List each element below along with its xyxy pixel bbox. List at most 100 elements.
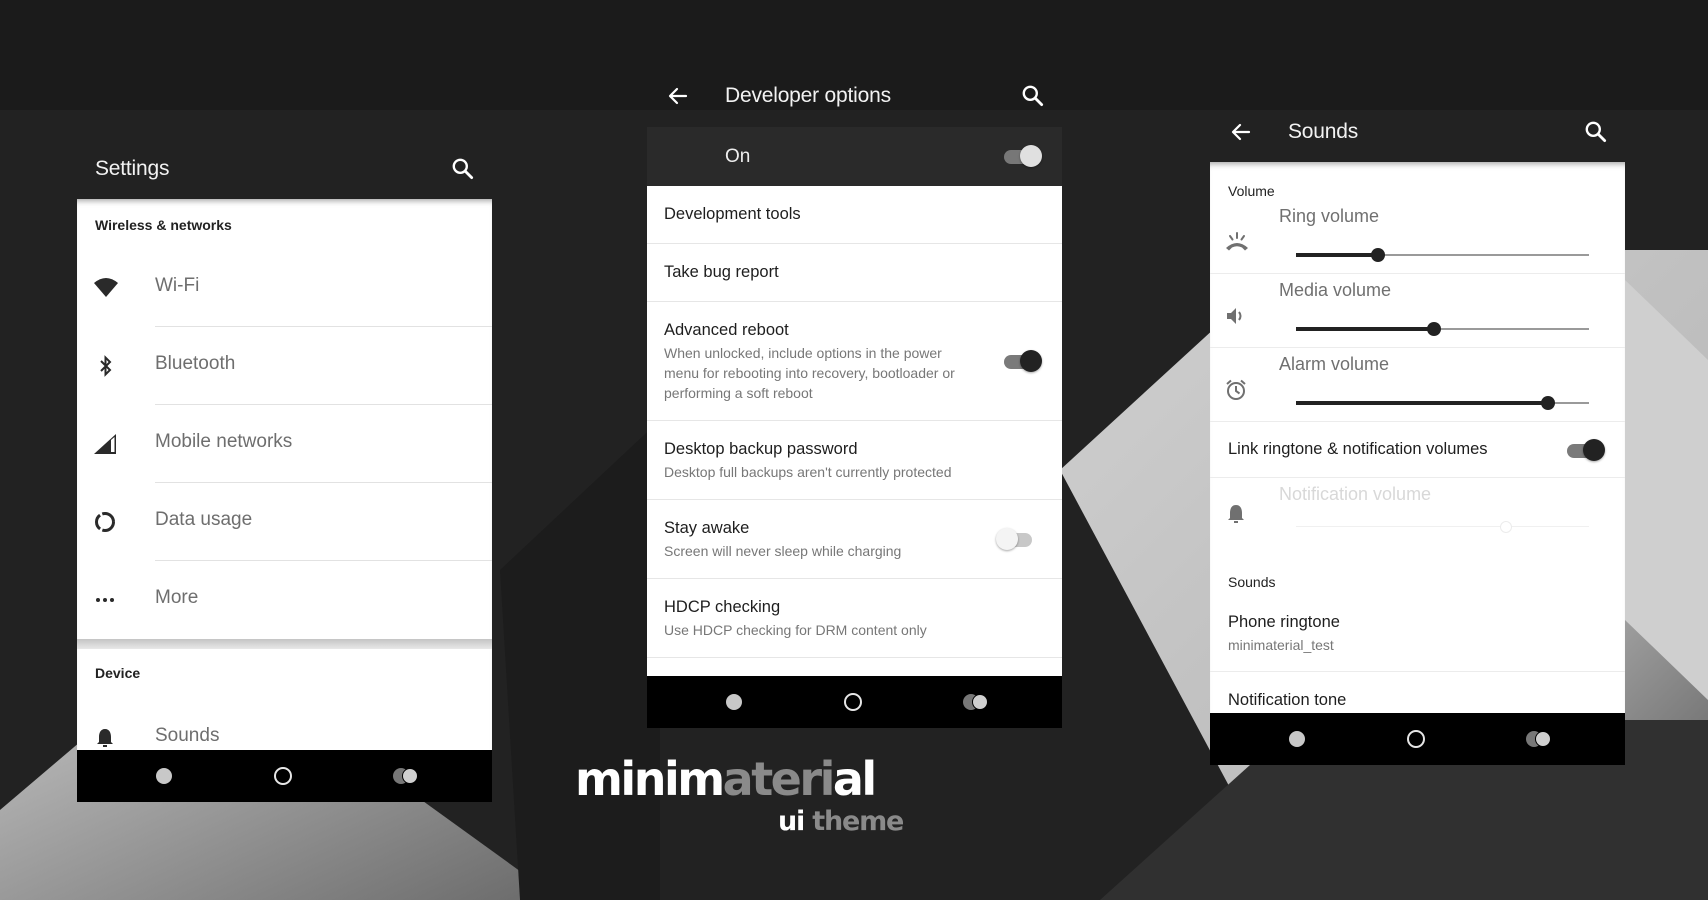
- slider-thumb[interactable]: [1426, 322, 1441, 336]
- link-volumes-label: Link ringtone & notification volumes: [1228, 440, 1488, 458]
- developer-appbar: Developer options: [647, 66, 1062, 126]
- section-separator: [77, 639, 492, 649]
- home-circle-icon[interactable]: [844, 693, 862, 711]
- search-icon[interactable]: [1583, 119, 1609, 145]
- settings-item-label: Data usage: [155, 509, 253, 530]
- dev-item-title: Development tools: [664, 205, 801, 223]
- settings-item-wifi[interactable]: Wi-Fi: [77, 249, 492, 327]
- sounds-appbar: Sounds: [1210, 102, 1625, 162]
- section-header-wireless: Wireless & networks: [95, 217, 232, 233]
- advanced-reboot-switch[interactable]: [1002, 350, 1042, 372]
- speaker-icon: [1227, 308, 1242, 324]
- dev-item-summary: When unlocked, include options in the po…: [664, 345, 955, 401]
- developer-options-screen: Developer options On Development tools T…: [647, 66, 1062, 728]
- sounds-screen: Sounds Volume Ring volume Media volume A…: [1210, 102, 1625, 765]
- ring-volume-icon: [1226, 232, 1248, 251]
- brand-text: minim: [575, 752, 725, 806]
- brand-subtitle-text: ui: [778, 806, 805, 837]
- dev-item-title: Stay awake: [664, 519, 750, 537]
- alarm-volume-row: Alarm volume: [1210, 348, 1625, 422]
- bell-icon: [97, 729, 113, 747]
- settings-item-data-usage[interactable]: Data usage: [77, 483, 492, 561]
- dev-item-hdcp-checking[interactable]: HDCP checking Use HDCP checking for DRM …: [647, 579, 1062, 658]
- bluetooth-icon: [100, 355, 112, 377]
- wifi-icon: [94, 278, 118, 297]
- dev-item-development-tools[interactable]: Development tools: [647, 186, 1062, 244]
- settings-item-label: Sounds: [155, 725, 220, 746]
- home-circle-icon[interactable]: [274, 767, 292, 785]
- ring-volume-slider[interactable]: [1296, 248, 1589, 262]
- recents-icon[interactable]: [393, 768, 419, 784]
- media-volume-slider[interactable]: [1296, 322, 1589, 336]
- slider-fill: [1296, 253, 1379, 257]
- navigation-bar: [1210, 713, 1625, 765]
- notification-tone-title: Notification tone: [1228, 691, 1347, 709]
- search-icon[interactable]: [1020, 83, 1046, 109]
- brand-text: al: [832, 752, 877, 806]
- switch-thumb: [1583, 439, 1605, 461]
- back-arrow-icon[interactable]: [666, 84, 690, 108]
- phone-ringtone-row[interactable]: Phone ringtone minimaterial_test: [1210, 602, 1625, 672]
- master-switch-bar[interactable]: On: [647, 127, 1062, 186]
- master-switch-label: On: [725, 146, 751, 167]
- slider-thumb[interactable]: [1540, 396, 1555, 410]
- dev-item-advanced-reboot[interactable]: Advanced reboot When unlocked, include o…: [647, 302, 1062, 421]
- home-circle-icon[interactable]: [1407, 730, 1425, 748]
- brand-subtitle: ui theme: [778, 806, 904, 837]
- brand-subtitle-accent: theme: [804, 806, 904, 837]
- navigation-bar: [77, 750, 492, 802]
- slider-thumb: [1499, 521, 1512, 533]
- brand-logo: minimaterial: [575, 752, 877, 806]
- brand-text-accent: ateri: [722, 752, 836, 806]
- switch-thumb: [996, 528, 1018, 550]
- phone-ringtone-summary: minimaterial_test: [1228, 637, 1334, 653]
- phone-ringtone-title: Phone ringtone: [1228, 613, 1340, 631]
- volume-label: Notification volume: [1279, 484, 1432, 504]
- section-header-device: Device: [95, 665, 141, 681]
- sounds-list: Volume Ring volume Media volume Alarm vo…: [1210, 162, 1625, 713]
- notification-volume-slider: [1296, 520, 1589, 534]
- notification-tone-row[interactable]: Notification tone: [1210, 672, 1625, 713]
- back-dot-icon[interactable]: [156, 768, 172, 784]
- dev-item-title: Take bug report: [664, 263, 779, 281]
- dev-item-take-bug-report[interactable]: Take bug report: [647, 244, 1062, 302]
- volume-label: Media volume: [1279, 280, 1392, 300]
- dev-item-title: HDCP checking: [664, 598, 781, 616]
- back-arrow-icon[interactable]: [1229, 120, 1253, 144]
- slider-thumb[interactable]: [1371, 248, 1386, 262]
- settings-list: Wireless & networks Wi-Fi Bluetooth Mobi…: [77, 199, 492, 750]
- settings-item-bluetooth[interactable]: Bluetooth: [77, 327, 492, 405]
- stay-awake-switch[interactable]: [996, 528, 1036, 550]
- dev-item-desktop-backup-password[interactable]: Desktop backup password Desktop full bac…: [647, 421, 1062, 500]
- link-volumes-row[interactable]: Link ringtone & notification volumes: [1210, 422, 1625, 478]
- link-volumes-switch[interactable]: [1565, 439, 1605, 461]
- settings-item-sounds[interactable]: Sounds: [77, 699, 492, 750]
- volume-section-header: Volume: [1228, 183, 1275, 199]
- switch-thumb: [1020, 350, 1042, 372]
- data-usage-icon: [95, 512, 115, 532]
- alarm-volume-slider[interactable]: [1296, 396, 1589, 410]
- settings-item-more[interactable]: More: [77, 561, 492, 639]
- settings-title: Settings: [95, 157, 170, 180]
- recents-icon[interactable]: [1526, 731, 1552, 747]
- slider-fill: [1296, 327, 1434, 331]
- dev-item-title: Advanced reboot: [664, 321, 789, 339]
- settings-item-label: Wi-Fi: [155, 275, 200, 296]
- back-dot-icon[interactable]: [726, 694, 742, 710]
- recents-icon[interactable]: [963, 694, 989, 710]
- settings-item-mobile-networks[interactable]: Mobile networks: [77, 405, 492, 483]
- dev-item-stay-awake[interactable]: Stay awake Screen will never sleep while…: [647, 500, 1062, 579]
- back-dot-icon[interactable]: [1289, 731, 1305, 747]
- sounds-section-header: Sounds: [1228, 574, 1276, 590]
- settings-item-label: More: [155, 587, 199, 608]
- search-icon[interactable]: [450, 156, 476, 182]
- notification-volume-row: Notification volume: [1210, 478, 1625, 552]
- settings-item-label: Bluetooth: [155, 353, 236, 374]
- volume-label: Ring volume: [1279, 206, 1380, 226]
- dev-item-summary: Use HDCP checking for DRM content only: [664, 622, 927, 638]
- alarm-icon: [1226, 379, 1246, 400]
- dev-item-summary: Screen will never sleep while charging: [664, 543, 902, 559]
- navigation-bar: [647, 676, 1062, 728]
- master-switch-toggle[interactable]: [1002, 145, 1042, 167]
- developer-list: Development tools Take bug report Advanc…: [647, 186, 1062, 676]
